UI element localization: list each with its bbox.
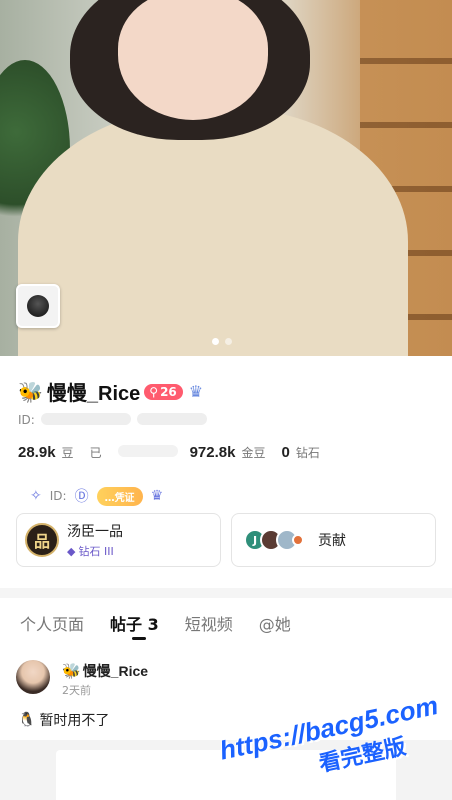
profile-info: 🐝 慢慢_Rice ⚲ 26 ♛ ID: 28.9k 豆 已 972.8k 金豆… <box>0 356 452 588</box>
stat-label: 已 <box>89 446 102 460</box>
id-row: ID: <box>18 413 207 427</box>
rank-medal-icon: 品 <box>25 523 59 557</box>
post-text: 暂时用不了 <box>39 713 110 729</box>
username: 慢慢_Rice <box>46 383 141 405</box>
tab-short-videos[interactable]: 短视频 <box>185 611 233 635</box>
wing-icon[interactable]: ✧ <box>30 488 42 504</box>
stat-value: 0 <box>281 444 290 461</box>
bee-emoji-icon: 🐝 <box>18 379 43 404</box>
tag-id-label: ID: <box>49 489 67 503</box>
rank-sub-text: 钻石 III <box>78 545 114 558</box>
tab-posts[interactable]: 帖子 3 <box>110 611 159 640</box>
carousel-dots <box>212 338 232 345</box>
carousel-dot-2[interactable] <box>225 338 232 345</box>
name-row: 🐝 慢慢_Rice ⚲ 26 ♛ <box>18 377 203 406</box>
avatar[interactable] <box>16 660 50 694</box>
stat-value: 28.9k <box>18 444 56 461</box>
contributor-avatars: J <box>244 529 304 551</box>
carousel-dot-1[interactable] <box>212 338 219 345</box>
bee-emoji-icon: 🐝 <box>62 661 81 680</box>
diamond-icon: ◆ <box>67 544 76 558</box>
stat-label: 豆 <box>61 446 74 460</box>
cards-row: 品 汤臣一品 ◆ 钻石 III J 贡献 <box>16 513 436 567</box>
rank-title: 汤臣一品 <box>67 524 123 540</box>
penguin-emoji-icon: 🐧 <box>18 712 36 728</box>
id-value-blurred <box>40 413 131 425</box>
contributor-avatar <box>292 534 304 546</box>
section-divider <box>0 588 452 598</box>
stat-label: 金豆 <box>241 446 266 460</box>
rank-card[interactable]: 品 汤臣一品 ◆ 钻石 III <box>16 513 221 567</box>
tab-mentions[interactable]: @她 <box>259 611 291 635</box>
search-icon: ⚲ <box>149 384 159 399</box>
id-label: ID: <box>18 413 35 427</box>
badge-pill[interactable]: …凭证 <box>96 486 143 506</box>
thumbnail-image <box>27 295 49 317</box>
cover-thumbnail[interactable] <box>16 284 60 328</box>
post-time: 2天前 <box>62 684 91 697</box>
medal-icon[interactable]: ♛ <box>189 382 203 401</box>
post-author[interactable]: 慢慢_Rice <box>83 661 148 681</box>
rank-subtitle: ◆ 钻石 III <box>67 543 123 559</box>
stats-row: 28.9k 豆 已 972.8k 金豆 0 钻石 <box>18 444 330 461</box>
stat-label: 钻石 <box>295 446 320 460</box>
level-badge[interactable]: ⚲ 26 <box>144 383 183 400</box>
tag-row: ✧ ID: Ⓓ …凭证 ♛ <box>30 486 163 506</box>
level-value: 26 <box>160 384 177 399</box>
stat-value-blurred <box>117 445 178 457</box>
post-author-row: 🐝 慢慢_Rice <box>62 661 148 681</box>
post-text-row: 🐧 暂时用不了 <box>18 710 109 730</box>
tab-personal-page[interactable]: 个人页面 <box>20 611 84 635</box>
cover-figure-body <box>18 108 408 356</box>
stat-value: 972.8k <box>189 444 236 461</box>
profile-tabs: 个人页面 帖子 3 短视频 @她 <box>0 598 452 648</box>
d-logo-icon[interactable]: Ⓓ <box>75 486 89 506</box>
contribution-card[interactable]: J 贡献 <box>231 513 436 567</box>
id-extra-blurred <box>136 413 207 425</box>
crown-icon[interactable]: ♛ <box>151 488 164 504</box>
contribution-label: 贡献 <box>318 533 346 549</box>
profile-cover-photo[interactable] <box>0 0 452 356</box>
